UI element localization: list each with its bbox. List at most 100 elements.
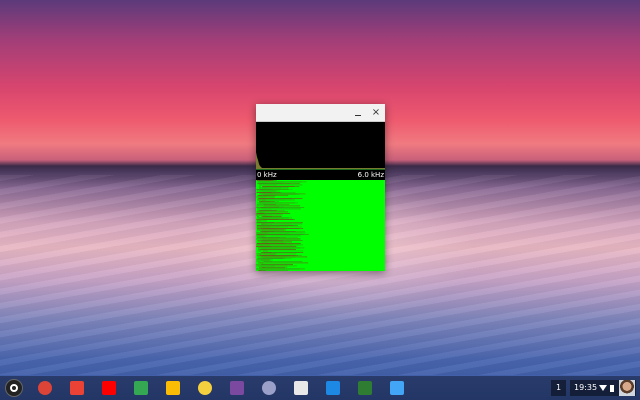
waterfall-trace [262, 262, 309, 264]
waterfall-trace [258, 186, 261, 187]
gmail-app-button[interactable] [68, 379, 86, 397]
waterfall-trace [258, 219, 263, 220]
waterfall-trace [259, 270, 289, 271]
waterfall-trace [263, 238, 300, 240]
waterfall-trace [261, 223, 291, 225]
waterfall-trace [258, 267, 285, 268]
waterfall-trace [263, 216, 272, 217]
gmail-icon [70, 381, 84, 395]
waterfall-trace [260, 268, 285, 270]
waterfall-graph [256, 180, 309, 271]
spectrum-graph [256, 152, 385, 169]
waterfall-trace [263, 258, 286, 259]
waterfall-trace [260, 180, 265, 181]
play-store-app-button[interactable] [132, 379, 150, 397]
waterfall-trace [256, 226, 271, 228]
spectrum-analyzer-window[interactable]: × 0 kHz 6.0 kHz [256, 104, 385, 271]
waterfall-trace [257, 244, 293, 246]
waterfall-trace [263, 256, 283, 258]
spectrum-app-icon [358, 381, 372, 395]
waterfall-trace [260, 249, 297, 250]
waterfall-trace [262, 189, 271, 190]
waterfall-trace [257, 235, 265, 237]
waterfall-trace [257, 229, 284, 231]
spectrum-app-app-button[interactable] [356, 379, 374, 397]
waterfall-trace [261, 231, 305, 232]
waterfall-trace [261, 199, 266, 201]
waterfall-trace [256, 243, 301, 244]
waterfall-trace [261, 208, 301, 210]
keep-icon [198, 381, 212, 395]
podcast-app-button[interactable] [260, 379, 278, 397]
waterfall-trace [259, 201, 263, 202]
spectrum-peak [256, 152, 385, 169]
keep-app-button[interactable] [196, 379, 214, 397]
frequency-axis-min-label: 0 kHz [257, 171, 277, 179]
waterfall-trace [256, 255, 298, 256]
waterfall-trace [262, 250, 268, 252]
waterfall-trace [258, 181, 284, 183]
files-app-button[interactable] [324, 379, 342, 397]
spectrum-plot [256, 122, 385, 169]
waterfall-trace [262, 264, 267, 265]
frequency-axis-max-label: 6.0 kHz [357, 171, 384, 179]
waterfall-trace [256, 223, 264, 225]
waterfall-trace [259, 198, 303, 199]
waterfall-trace [263, 261, 303, 262]
image-app-icon [390, 381, 404, 395]
close-button[interactable]: × [369, 106, 383, 120]
waterfall-trace [259, 237, 298, 238]
waterfall-trace [262, 247, 305, 249]
window-titlebar[interactable]: × [256, 104, 385, 122]
waterfall-trace [263, 234, 292, 235]
youtube-icon [102, 381, 116, 395]
waterfall-trace [262, 210, 277, 211]
waterfall-trace [259, 253, 275, 255]
waterfall-trace [257, 183, 282, 184]
photos-app-app-button[interactable] [292, 379, 310, 397]
photos-app-icon [294, 381, 308, 395]
image-app-app-button[interactable] [388, 379, 406, 397]
drive-app-button[interactable] [164, 379, 182, 397]
waterfall-trace [257, 220, 260, 222]
minimize-icon [355, 115, 361, 116]
waterfall-trace [257, 217, 289, 219]
waterfall-trace [257, 216, 260, 217]
waterfall-trace [260, 196, 276, 198]
shelf: 1 19:35 [0, 376, 640, 400]
waterfall-trace [262, 184, 277, 186]
waterfall-trace [261, 202, 283, 204]
frequency-axis: 0 kHz 6.0 kHz [256, 169, 385, 180]
minimize-button[interactable] [351, 106, 365, 120]
workspace-badge[interactable]: 1 [551, 380, 566, 396]
waterfall-trace [260, 207, 279, 208]
waterfall-trace [257, 243, 264, 244]
waterfall-trace [256, 211, 289, 213]
youtube-app-button[interactable] [100, 379, 118, 397]
waterfall-trace [261, 199, 295, 201]
waterfall-trace [256, 205, 280, 207]
drive-icon [166, 381, 180, 395]
waterfall-trace [258, 265, 269, 267]
waterfall-trace [256, 264, 293, 265]
waterfall-trace [258, 249, 261, 250]
waterfall-trace [262, 186, 300, 187]
waterfall-trace [260, 238, 267, 240]
status-tray[interactable]: 19:35 [570, 380, 636, 396]
podcast-icon [262, 381, 276, 395]
battery-icon [610, 385, 614, 392]
waterfall-trace [261, 240, 272, 241]
chrome-app-button[interactable] [36, 379, 54, 397]
waterfall-trace [263, 193, 280, 195]
launcher-button[interactable] [5, 379, 23, 397]
waterfall-trace [260, 241, 268, 243]
media-app-app-button[interactable] [228, 379, 246, 397]
waterfall-trace [259, 262, 262, 264]
waterfall-trace [256, 222, 273, 223]
clock: 19:35 [574, 383, 598, 392]
files-icon [326, 381, 340, 395]
chrome-icon [38, 381, 52, 395]
waterfall-trace [259, 187, 281, 189]
waterfall-trace [263, 192, 281, 193]
wifi-icon [599, 385, 607, 391]
